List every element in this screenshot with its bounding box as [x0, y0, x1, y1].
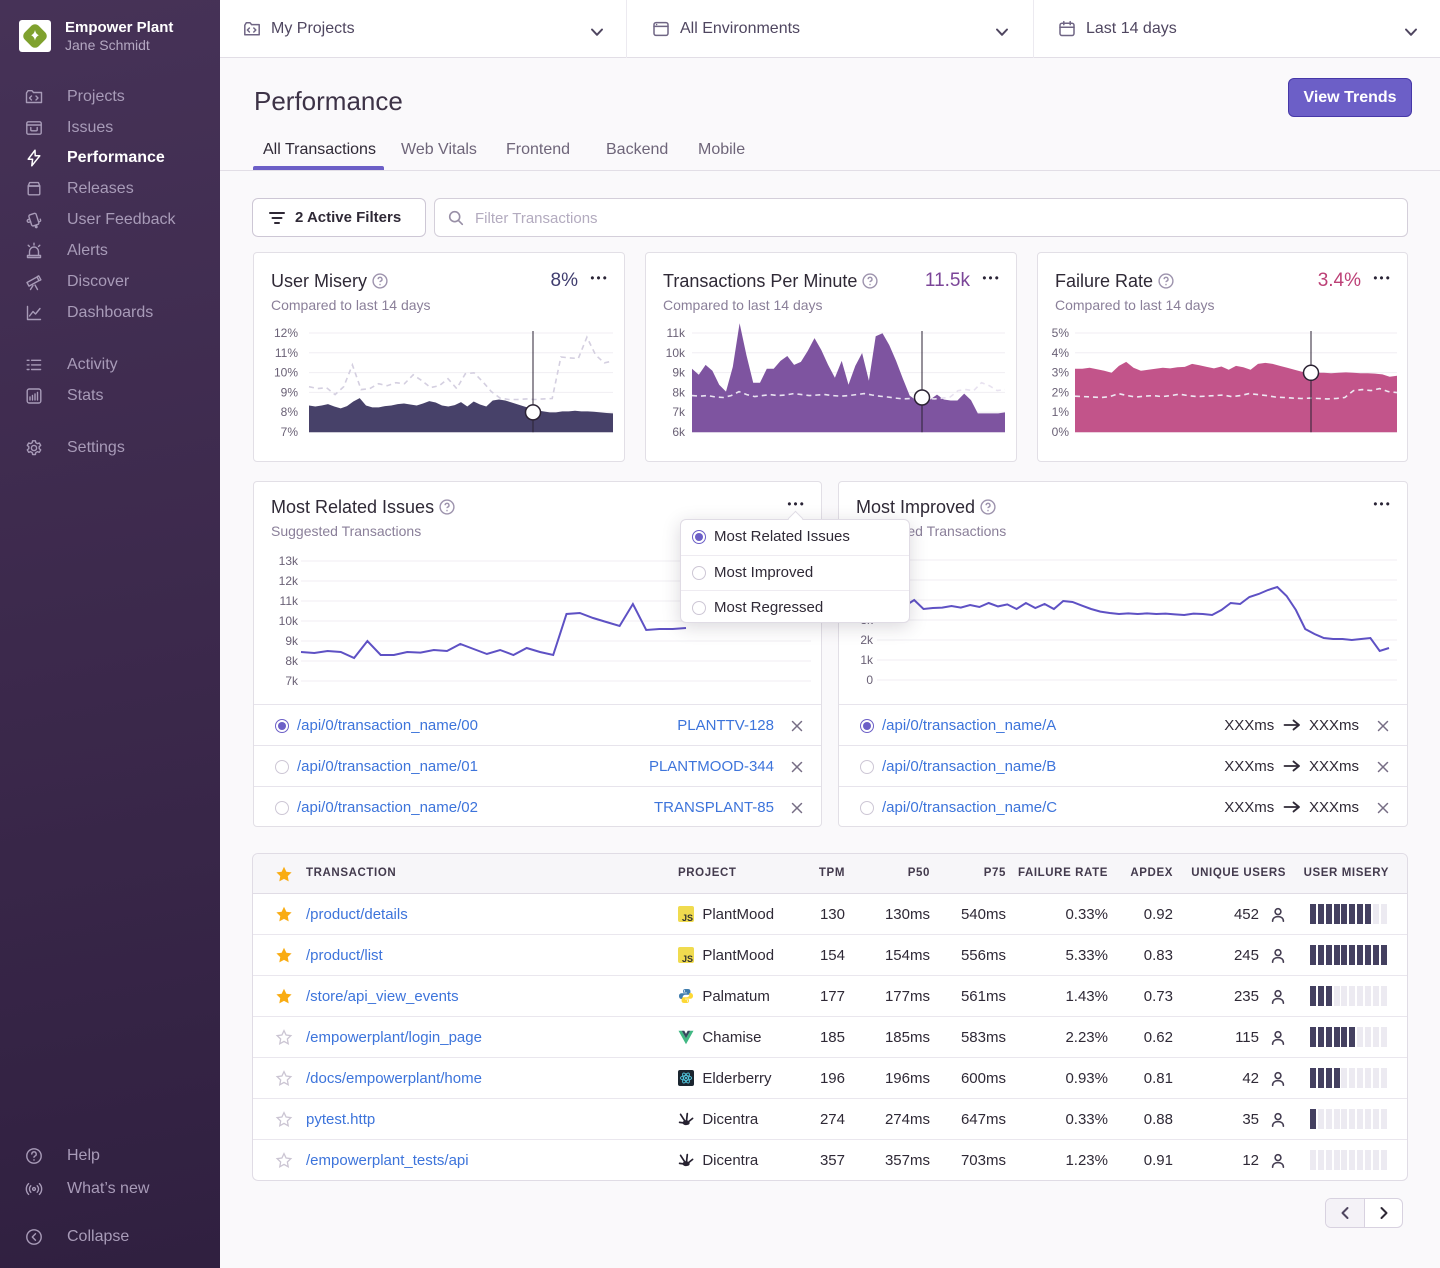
svg-text:4%: 4% — [1052, 346, 1070, 360]
svg-text:7k: 7k — [285, 674, 299, 688]
svg-text:13k: 13k — [279, 554, 299, 568]
svg-text:12%: 12% — [274, 326, 298, 340]
svg-text:12k: 12k — [279, 574, 299, 588]
svg-text:11k: 11k — [280, 594, 299, 608]
svg-text:2k: 2k — [860, 633, 874, 647]
svg-text:7k: 7k — [672, 405, 686, 419]
svg-text:9k: 9k — [285, 634, 299, 648]
svg-text:10k: 10k — [279, 614, 299, 628]
svg-text:9%: 9% — [281, 385, 299, 399]
svg-text:0: 0 — [866, 673, 873, 687]
svg-text:7%: 7% — [281, 425, 299, 439]
svg-text:1%: 1% — [1052, 405, 1070, 419]
svg-text:6k: 6k — [672, 425, 686, 439]
svg-text:8%: 8% — [281, 405, 299, 419]
svg-text:10k: 10k — [666, 346, 686, 360]
svg-text:8k: 8k — [672, 385, 686, 399]
svg-text:2%: 2% — [1052, 385, 1070, 399]
svg-text:8k: 8k — [285, 654, 299, 668]
svg-text:11k: 11k — [667, 326, 686, 340]
svg-text:0%: 0% — [1052, 425, 1070, 439]
svg-text:3%: 3% — [1052, 366, 1070, 380]
svg-text:9k: 9k — [672, 366, 686, 380]
svg-text:10%: 10% — [274, 366, 298, 380]
svg-text:1k: 1k — [860, 653, 874, 667]
svg-text:5%: 5% — [1052, 326, 1070, 340]
svg-text:11%: 11% — [275, 346, 298, 360]
